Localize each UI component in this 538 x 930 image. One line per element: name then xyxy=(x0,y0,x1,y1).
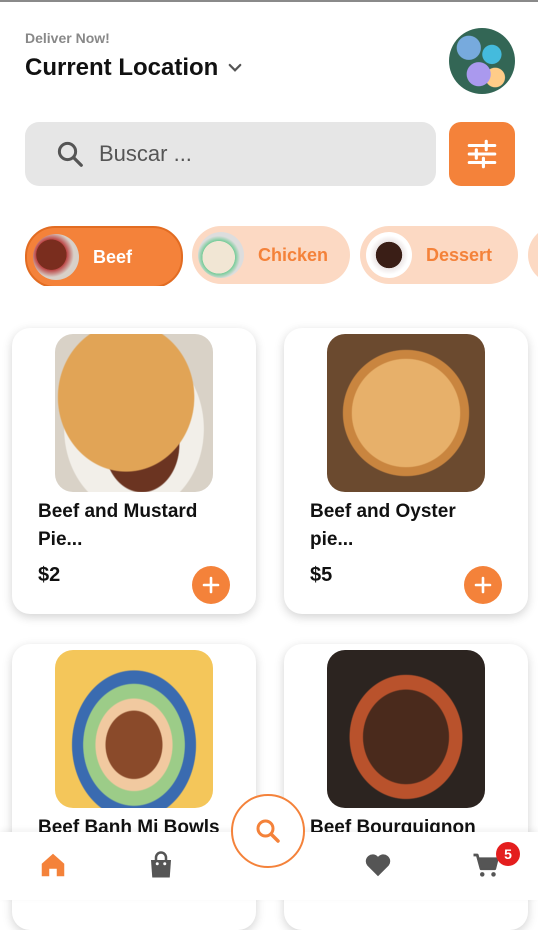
location-label: Current Location xyxy=(25,54,219,81)
category-label: Dessert xyxy=(426,244,493,265)
product-price: $2 xyxy=(38,564,61,586)
category-image xyxy=(366,232,412,278)
product-name: Beef and Oyster pie... xyxy=(310,501,456,550)
category-list: Beef Chicken Dessert xyxy=(25,226,538,286)
product-image xyxy=(327,650,485,808)
category-chip-chicken[interactable]: Chicken xyxy=(192,226,350,284)
product-card[interactable]: Beef and Oyster pie... $5 xyxy=(284,328,528,614)
category-chip-dessert[interactable]: Dessert xyxy=(360,226,518,284)
deliver-label: Deliver Now! xyxy=(25,30,110,46)
heart-icon[interactable] xyxy=(363,850,393,880)
home-icon[interactable] xyxy=(38,850,68,880)
cart-badge: 5 xyxy=(496,842,520,866)
category-image xyxy=(198,232,244,278)
search-icon xyxy=(57,141,83,167)
header: Deliver Now! Current Location xyxy=(25,30,244,82)
add-to-cart-button[interactable] xyxy=(464,566,502,604)
category-image xyxy=(33,234,79,280)
category-label: Chicken xyxy=(258,244,329,265)
product-image xyxy=(327,334,485,492)
filter-button[interactable] xyxy=(449,122,515,186)
plus-icon xyxy=(474,576,492,594)
product-card[interactable]: Beef and Mustard Pie... $2 xyxy=(12,328,256,614)
top-divider xyxy=(0,0,538,2)
chevron-down-icon xyxy=(228,63,242,72)
search-fab-button[interactable] xyxy=(231,794,305,868)
product-image xyxy=(55,334,213,492)
location-selector[interactable]: Current Location xyxy=(25,54,244,82)
filter-icon xyxy=(467,139,497,169)
category-chip-beef[interactable]: Beef xyxy=(25,226,183,286)
avatar[interactable] xyxy=(449,28,515,94)
search-icon xyxy=(256,819,280,843)
category-chip-more[interactable] xyxy=(528,226,538,284)
plus-icon xyxy=(202,576,220,594)
category-label: Beef xyxy=(93,246,133,267)
add-to-cart-button[interactable] xyxy=(192,566,230,604)
search-input[interactable] xyxy=(97,140,401,168)
shopping-bag-icon[interactable] xyxy=(146,850,176,880)
product-image xyxy=(55,650,213,808)
product-price: $5 xyxy=(310,564,333,586)
product-name: Beef and Mustard Pie... xyxy=(38,501,198,550)
search-bar[interactable] xyxy=(25,122,436,186)
